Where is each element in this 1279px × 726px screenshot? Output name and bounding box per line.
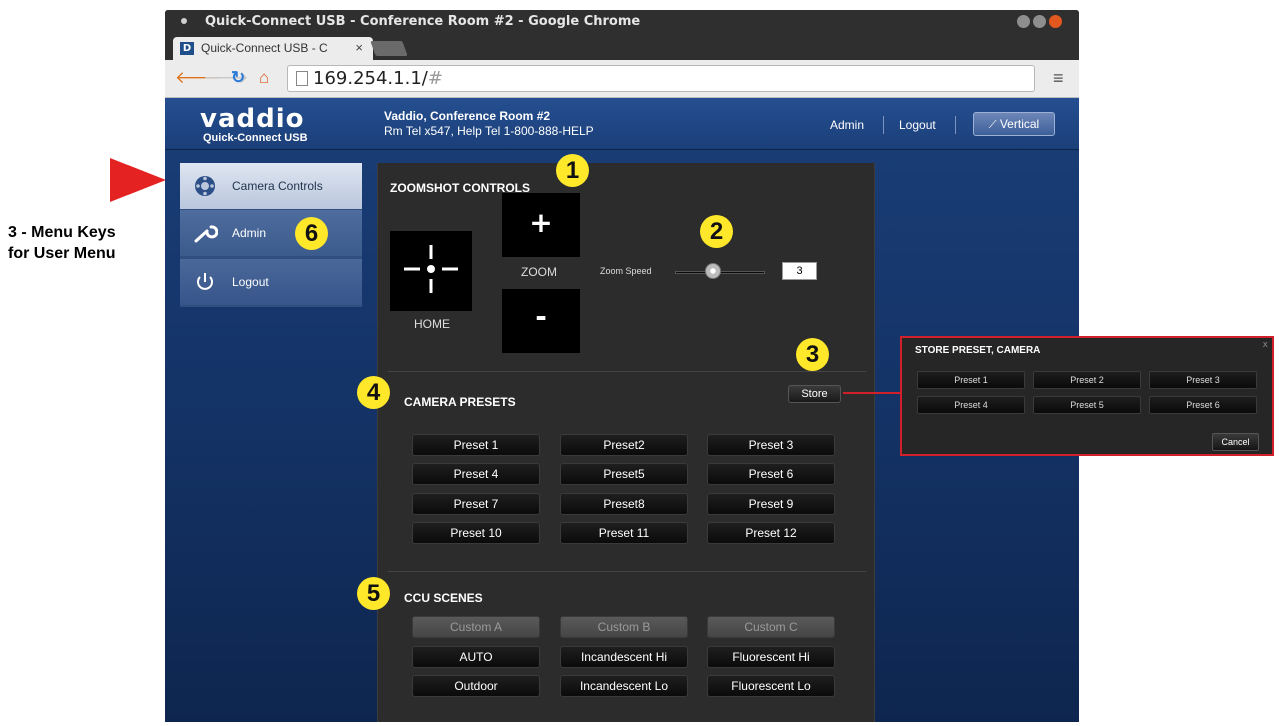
preset-button[interactable]: Preset 6 [707, 463, 835, 485]
annotation-badge: 4 [357, 376, 390, 409]
annotation-badge: 5 [357, 577, 390, 610]
preset-button[interactable]: Preset2 [560, 434, 688, 456]
menu-keys-line1: 3 - Menu Keys [8, 224, 116, 241]
vertical-button-label: Vertical [999, 117, 1040, 131]
tab-close-icon[interactable]: × [355, 40, 363, 55]
camera-gear-icon [192, 175, 218, 197]
zoom-out-button[interactable]: - [502, 289, 580, 353]
ccu-scene-button[interactable]: Custom A [412, 616, 540, 638]
sidebar-item-camera-controls[interactable]: Camera Controls [180, 163, 362, 209]
vaddio-favicon-icon: D [180, 42, 194, 55]
home-label: HOME [414, 317, 450, 331]
store-preset-button[interactable]: Preset 2 [1033, 371, 1141, 389]
ccu-scenes-title: CCU SCENES [404, 591, 483, 605]
sidebar-item-label: Admin [232, 226, 267, 240]
control-panel: ZOOMSHOT CONTROLS HOME + ZOOM - Zoom Spe… [377, 163, 875, 722]
store-preset-button[interactable]: Preset 1 [917, 371, 1025, 389]
new-tab-button[interactable] [370, 41, 408, 56]
logo-subtitle: Quick-Connect USB [203, 132, 308, 144]
preset-button[interactable]: Preset 12 [707, 522, 835, 544]
nav-bar: 🡐 🡒 ↻ ⌂ 169.254.1.1/# ≡ [165, 60, 1079, 98]
preset-button[interactable]: Preset 4 [412, 463, 540, 485]
menu-keys-line2: for User Menu [8, 245, 116, 262]
annotation-badge: 2 [700, 215, 733, 248]
vaddio-logo: vaddio [200, 104, 305, 134]
preset-button[interactable]: Preset 11 [560, 522, 688, 544]
section-divider [388, 571, 866, 572]
room-name: Vaddio, Conference Room #2 [384, 109, 551, 123]
preset-button[interactable]: Preset 3 [707, 434, 835, 456]
store-preset-button[interactable]: Preset 3 [1149, 371, 1257, 389]
preset-button[interactable]: Preset 10 [412, 522, 540, 544]
preset-button[interactable]: Preset 1 [412, 434, 540, 456]
home-icon[interactable]: ⌂ [259, 68, 269, 88]
camera-presets-title: CAMERA PRESETS [404, 395, 516, 409]
ccu-scene-button[interactable]: Outdoor [412, 675, 540, 697]
annotation-badge: 1 [556, 154, 589, 187]
maximize-button[interactable] [1033, 15, 1046, 28]
red-arrow-icon [110, 158, 166, 202]
home-button[interactable] [390, 231, 472, 311]
minimize-button[interactable] [1017, 15, 1030, 28]
section-divider [388, 371, 866, 372]
ccu-scene-button[interactable]: Incandescent Lo [560, 675, 688, 697]
tab-strip: D Quick-Connect USB - C × [165, 34, 1079, 60]
callout-connector [843, 392, 901, 394]
zoom-speed-label: Zoom Speed [600, 266, 652, 276]
menu-keys-annotation: 3 - Menu Keys for User Menu [8, 222, 116, 264]
store-preset-button[interactable]: Preset 4 [917, 396, 1025, 414]
annotation-badge: 6 [295, 217, 328, 250]
power-icon [192, 271, 218, 293]
header-admin-link[interactable]: Admin [830, 118, 864, 132]
window-menu-icon[interactable] [181, 18, 187, 24]
ccu-scene-button[interactable]: Custom B [560, 616, 688, 638]
wrench-icon [192, 222, 219, 244]
sidebar-item-logout[interactable]: Logout [180, 259, 362, 305]
zoom-speed-value[interactable]: 3 [782, 262, 817, 280]
ccu-scene-button[interactable]: Custom C [707, 616, 835, 638]
store-preset-button[interactable]: Preset 6 [1149, 396, 1257, 414]
app-header: vaddio Quick-Connect USB Vaddio, Confere… [165, 98, 1079, 150]
zoom-label: ZOOM [521, 265, 557, 279]
preset-button[interactable]: Preset 7 [412, 493, 540, 515]
window-title: Quick-Connect USB - Conference Room #2 -… [205, 14, 641, 29]
cancel-button[interactable]: Cancel [1212, 433, 1259, 451]
zoom-speed-slider-thumb[interactable] [705, 263, 721, 279]
crosshair-icon [404, 245, 458, 293]
ccu-scene-button[interactable]: Fluorescent Hi [707, 646, 835, 668]
store-dialog-title: STORE PRESET, CAMERA [915, 345, 1041, 356]
sidebar-menu: Camera Controls Admin Logout [180, 163, 362, 307]
chrome-menu-icon[interactable]: ≡ [1053, 68, 1064, 89]
annotation-badge: 3 [796, 338, 829, 371]
vertical-button[interactable]: ⟋ Vertical [973, 112, 1055, 136]
header-divider [883, 116, 884, 134]
ccu-scene-button[interactable]: AUTO [412, 646, 540, 668]
preset-button[interactable]: Preset5 [560, 463, 688, 485]
url-text: 169.254.1.1/# [313, 68, 443, 89]
header-divider [955, 116, 956, 134]
title-bar: Quick-Connect USB - Conference Room #2 -… [165, 10, 1079, 34]
store-preset-dialog: STORE PRESET, CAMERA x Preset 1 Preset 2… [900, 336, 1274, 456]
sidebar-item-label: Logout [232, 275, 269, 289]
dialog-close-icon[interactable]: x [1263, 340, 1268, 350]
reload-icon[interactable]: ↻ [231, 68, 245, 88]
room-phone-info: Rm Tel x547, Help Tel 1-800-888-HELP [384, 124, 594, 138]
header-logout-link[interactable]: Logout [899, 118, 936, 132]
browser-tab[interactable]: D Quick-Connect USB - C × [173, 37, 373, 60]
ccu-scene-button[interactable]: Fluorescent Lo [707, 675, 835, 697]
page-icon [296, 71, 308, 86]
close-window-button[interactable] [1049, 15, 1062, 28]
preset-button[interactable]: Preset 9 [707, 493, 835, 515]
ccu-scene-button[interactable]: Incandescent Hi [560, 646, 688, 668]
store-button[interactable]: Store [788, 385, 841, 403]
sidebar-item-label: Camera Controls [232, 179, 323, 193]
tab-label: Quick-Connect USB - C [201, 41, 328, 55]
store-preset-button[interactable]: Preset 5 [1033, 396, 1141, 414]
vertical-signal-icon: ⟋ [988, 119, 997, 131]
address-bar[interactable]: 169.254.1.1/# [287, 65, 1035, 92]
preset-button[interactable]: Preset8 [560, 493, 688, 515]
sidebar-item-admin[interactable]: Admin [180, 210, 362, 256]
zoom-in-button[interactable]: + [502, 193, 580, 257]
